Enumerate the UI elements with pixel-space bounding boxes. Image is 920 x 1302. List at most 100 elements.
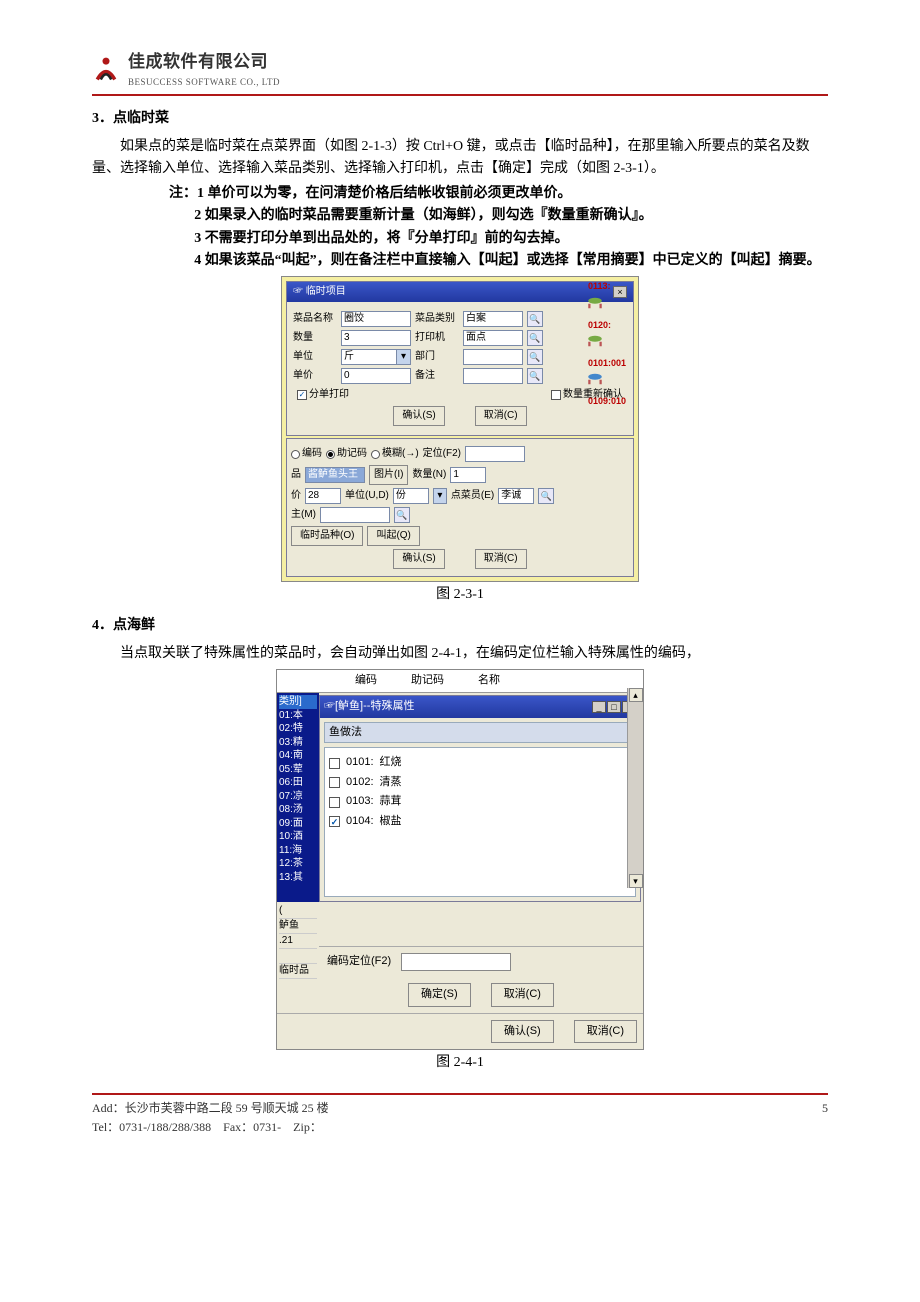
picture-button[interactable]: 图片(I) xyxy=(369,465,408,485)
search-icon[interactable]: 🔍 xyxy=(527,311,543,327)
price-input[interactable]: 28 xyxy=(305,488,341,504)
side-code: 0109:010 xyxy=(586,392,638,410)
ok-button[interactable]: 确认(S) xyxy=(393,406,444,426)
cancel-button[interactable]: 取消(C) xyxy=(475,549,527,569)
option-0101[interactable]: 0101:红烧 xyxy=(329,754,631,772)
radio-fuzzy[interactable]: 模糊(→) xyxy=(371,446,419,462)
locate-label: 定位(F2) xyxy=(423,446,461,462)
note-4: 4 如果该菜品“叫起”，则在备注栏中直接输入【叫起】或选择【常用摘要】中已定义的… xyxy=(194,250,828,272)
side-code: 0113: xyxy=(586,277,638,295)
radio-code[interactable]: 编码 xyxy=(291,446,322,462)
scroll-down-icon[interactable]: ▾ xyxy=(629,874,643,888)
dept-input[interactable] xyxy=(463,349,523,365)
maximize-icon[interactable]: □ xyxy=(607,701,621,713)
figure-2-4-1-caption: 图 2-4-1 xyxy=(92,1052,828,1074)
price-input[interactable]: 0 xyxy=(341,368,411,384)
ok-button[interactable]: 确认(S) xyxy=(393,549,444,569)
table-icon xyxy=(586,372,604,386)
printer-input[interactable]: 面点 xyxy=(463,330,523,346)
dish-field[interactable]: 酱鲈鱼头王 xyxy=(305,467,365,483)
price-label: 价 xyxy=(291,488,301,504)
memo-input[interactable] xyxy=(320,507,390,523)
figure-2-3-1-caption: 图 2-3-1 xyxy=(92,584,828,606)
note-2: 2 如果录入的临时菜品需要重新计量（如海鲜），则勾选『数量重新确认』。 xyxy=(194,205,828,227)
main-memo-label: 主(M) xyxy=(291,507,316,523)
dept-label: 部门 xyxy=(415,349,459,365)
option-0102[interactable]: 0102:清蒸 xyxy=(329,774,631,792)
qty-label: 数量 xyxy=(293,330,337,346)
section-4-body: 当点取关联了特殊属性的菜品时，会自动弹出如图 2-4-1，在编码定位栏输入特殊属… xyxy=(92,643,828,665)
temp-item-button[interactable]: 临时品种(O) xyxy=(291,526,363,546)
unit-input[interactable]: 份 xyxy=(393,488,429,504)
radio-mnemonic[interactable]: 助记码 xyxy=(326,446,367,462)
footer-zip: Zip： xyxy=(293,1120,322,1134)
note-1: 注：1 单价可以为零，在问清楚价格后结帐收银前必须更改单价。 xyxy=(169,183,828,205)
search-icon[interactable]: 🔍 xyxy=(527,368,543,384)
search-icon[interactable]: 🔍 xyxy=(394,507,410,523)
side-code: 0101:001 xyxy=(586,354,628,372)
section-3-title: 3．点临时菜 xyxy=(92,108,828,130)
col-code: 编码 xyxy=(355,672,377,690)
unit-label: 单位 xyxy=(293,349,337,365)
table-icon xyxy=(586,296,604,310)
call-button[interactable]: 叫起(Q) xyxy=(367,526,419,546)
cancel-button[interactable]: 取消(C) xyxy=(491,983,554,1007)
unit-label: 单位(U,D) xyxy=(345,488,389,504)
figure-2-3-1: ☞ 临时项目 × 菜品名称 圈饺 菜品类别 白案 🔍 数量 3 打印机 面点 🔍 xyxy=(281,276,639,582)
name-input[interactable]: 圈饺 xyxy=(341,311,411,327)
scrollbar[interactable]: ▴ ▾ xyxy=(627,688,643,888)
qty-label: 数量(N) xyxy=(412,467,446,483)
col-mnemonic: 助记码 xyxy=(411,672,444,690)
option-0104[interactable]: ✓0104:椒盐 xyxy=(329,813,631,831)
confirm-button[interactable]: 确认(S) xyxy=(491,1020,554,1044)
search-icon[interactable]: 🔍 xyxy=(538,488,554,504)
page-header: 佳成软件有限公司 BESUCCESS SOFTWARE CO., LTD xyxy=(92,48,828,96)
category-list: 类别] 01:本02:特 03:精04:南 05:荤06:田 07:凉08:汤 … xyxy=(277,693,319,902)
name-label: 菜品名称 xyxy=(293,311,337,327)
footer-fax: Fax：0731- xyxy=(223,1120,281,1134)
ok-button[interactable]: 确定(S) xyxy=(408,983,471,1007)
chevron-down-icon[interactable]: ▾ xyxy=(433,488,447,504)
figure-2-4-1: 编码 助记码 名称 类别] 01:本02:特 03:精04:南 05:荤06:田… xyxy=(276,669,644,1050)
memo-input[interactable] xyxy=(463,368,523,384)
section-4-title: 4．点海鲜 xyxy=(92,615,828,637)
section-3-body: 如果点的菜是临时菜在点菜界面（如图 2-1-3）按 Ctrl+O 键，或点击【临… xyxy=(92,136,828,181)
options-list: 0101:红烧 0102:清蒸 0103:蒜茸 ✓0104:椒盐 xyxy=(324,747,636,897)
group-header: 鱼做法 xyxy=(324,722,636,744)
minimize-icon[interactable]: _ xyxy=(592,701,606,713)
col-name: 名称 xyxy=(478,672,500,690)
cancel-button[interactable]: 取消(C) xyxy=(475,406,527,426)
category-input[interactable]: 白案 xyxy=(463,311,523,327)
locate-input[interactable] xyxy=(465,446,525,462)
page-number: 5 xyxy=(822,1099,828,1118)
clerk-input[interactable]: 李诚 xyxy=(498,488,534,504)
option-0103[interactable]: 0103:蒜茸 xyxy=(329,793,631,811)
search-icon[interactable]: 🔍 xyxy=(527,330,543,346)
cancel-button[interactable]: 取消(C) xyxy=(574,1020,637,1044)
clerk-label: 点菜员(E) xyxy=(451,488,494,504)
page-footer: Add：长沙市芙蓉中路二段 59 号顺天城 25 楼 Tel：0731-/188… xyxy=(92,1093,828,1137)
memo-label: 备注 xyxy=(415,368,459,384)
company-logo-icon xyxy=(92,55,120,83)
category-label: 菜品类别 xyxy=(415,311,459,327)
footer-address: Add：长沙市芙蓉中路二段 59 号顺天城 25 楼 xyxy=(92,1099,329,1118)
company-name-en: BESUCCESS SOFTWARE CO., LTD xyxy=(128,75,280,89)
side-code: 0120: xyxy=(586,316,638,334)
locate-label: 编码定位(F2) xyxy=(327,953,391,971)
printer-label: 打印机 xyxy=(415,330,459,346)
note-3: 3 不需要打印分单到出品处的，将『分单打印』前的勾去掉。 xyxy=(194,228,828,250)
company-name-cn: 佳成软件有限公司 xyxy=(128,48,280,75)
qty-input[interactable]: 3 xyxy=(341,330,411,346)
split-print-checkbox[interactable]: ✓分单打印 xyxy=(297,387,349,403)
chevron-down-icon[interactable]: ▾ xyxy=(396,350,410,364)
footer-tel: Tel：0731-/188/288/388 xyxy=(92,1120,211,1134)
price-label: 单价 xyxy=(293,368,337,384)
unit-select[interactable]: 斤▾ xyxy=(341,349,411,365)
temp-dialog-title: ☞ 临时项目 × xyxy=(287,282,633,302)
table-icon xyxy=(586,334,604,348)
qty-input[interactable]: 1 xyxy=(450,467,486,483)
locate-input[interactable] xyxy=(401,953,511,971)
special-attr-title: [鲈鱼]--特殊属性 xyxy=(335,700,414,712)
search-icon[interactable]: 🔍 xyxy=(527,349,543,365)
scroll-up-icon[interactable]: ▴ xyxy=(629,688,643,702)
